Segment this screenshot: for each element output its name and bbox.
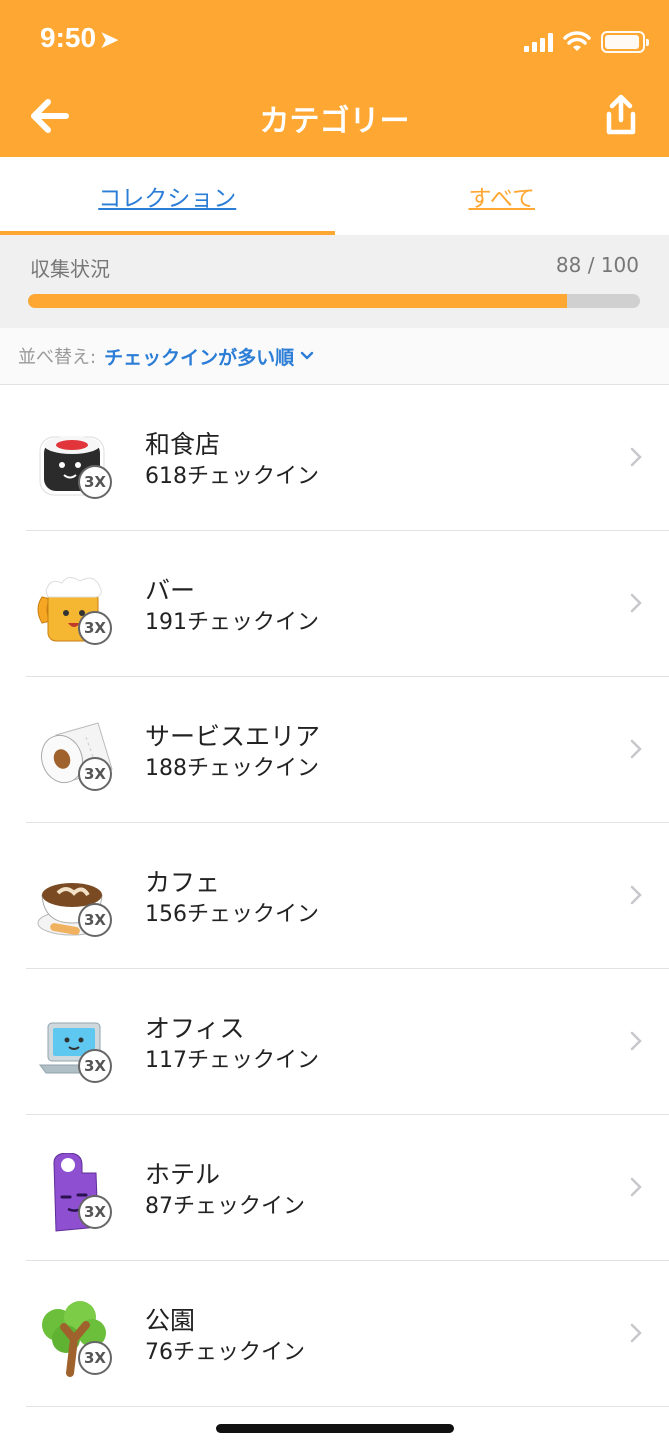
sort-label: 並べ替え: bbox=[18, 347, 97, 368]
progress-count: 88 / 100 bbox=[555, 253, 639, 277]
share-button[interactable] bbox=[601, 94, 641, 138]
multiplier-badge: 3X bbox=[78, 757, 112, 791]
signal-icon bbox=[524, 32, 553, 52]
chevron-right-icon bbox=[630, 885, 642, 905]
sort-row: 並べ替え: チェックインが多い順 bbox=[0, 328, 669, 385]
list-item[interactable]: 3X カフェ 156チェックイン bbox=[0, 823, 669, 969]
wifi-icon bbox=[563, 31, 591, 51]
checkin-count: 76チェックイン bbox=[145, 1340, 305, 1365]
multiplier-badge: 3X bbox=[78, 903, 112, 937]
checkin-count: 191チェックイン bbox=[145, 610, 319, 635]
checkin-count: 618チェックイン bbox=[145, 464, 319, 489]
chevron-right-icon bbox=[630, 1031, 642, 1051]
page-title: カテゴリー bbox=[259, 104, 410, 139]
status-time-text: 9:50 bbox=[40, 22, 97, 53]
chevron-right-icon bbox=[630, 1177, 642, 1197]
tab-collection[interactable]: コレクション bbox=[0, 157, 335, 235]
progress-bar bbox=[28, 294, 640, 308]
sort-dropdown[interactable]: チェックインが多い順 bbox=[104, 343, 294, 370]
tab-all[interactable]: すべて bbox=[335, 157, 669, 235]
multiplier-badge: 3X bbox=[78, 611, 112, 645]
checkin-count: 188チェックイン bbox=[145, 756, 319, 781]
header: 9:50 ➤ カテゴリー bbox=[0, 0, 669, 157]
status-time: 9:50 ➤ bbox=[40, 22, 118, 54]
chevron-right-icon bbox=[630, 447, 642, 467]
list-item[interactable]: 3X 和食店 618チェックイン bbox=[0, 385, 669, 531]
multiplier-badge: 3X bbox=[78, 1341, 112, 1375]
category-name: ホテル bbox=[145, 1160, 221, 1189]
checkin-count: 87チェックイン bbox=[145, 1194, 305, 1219]
category-list: 3X 和食店 618チェックイン 3X バー 191チェックイン 3X サービス… bbox=[0, 385, 669, 1407]
multiplier-badge: 3X bbox=[78, 1195, 112, 1229]
checkin-count: 156チェックイン bbox=[145, 902, 319, 927]
category-name: サービスエリア bbox=[145, 722, 321, 751]
chevron-right-icon bbox=[630, 1323, 642, 1343]
tab-bar: コレクション すべて bbox=[0, 157, 669, 235]
multiplier-badge: 3X bbox=[78, 465, 112, 499]
status-icons bbox=[524, 30, 649, 54]
chevron-down-icon[interactable] bbox=[300, 351, 314, 361]
progress-fill bbox=[28, 294, 567, 308]
list-item[interactable]: 3X バー 191チェックイン bbox=[0, 531, 669, 677]
category-name: バー bbox=[145, 576, 196, 605]
category-name: 和食店 bbox=[145, 430, 221, 459]
list-item[interactable]: 3X ホテル 87チェックイン bbox=[0, 1115, 669, 1261]
collection-progress: 収集状況 88 / 100 bbox=[0, 235, 669, 328]
chevron-right-icon bbox=[630, 739, 642, 759]
category-name: 公園 bbox=[145, 1306, 196, 1335]
home-indicator bbox=[216, 1424, 454, 1433]
chevron-right-icon bbox=[630, 593, 642, 613]
category-name: カフェ bbox=[145, 868, 221, 897]
checkin-count: 117チェックイン bbox=[145, 1048, 319, 1073]
battery-icon bbox=[601, 31, 649, 53]
location-arrow-icon: ➤ bbox=[100, 27, 119, 52]
progress-label: 収集状況 bbox=[30, 257, 110, 281]
list-item[interactable]: 3X オフィス 117チェックイン bbox=[0, 969, 669, 1115]
multiplier-badge: 3X bbox=[78, 1049, 112, 1083]
list-item[interactable]: 3X サービスエリア 188チェックイン bbox=[0, 677, 669, 823]
list-item[interactable]: 3X 公園 76チェックイン bbox=[0, 1261, 669, 1407]
category-name: オフィス bbox=[145, 1014, 245, 1043]
